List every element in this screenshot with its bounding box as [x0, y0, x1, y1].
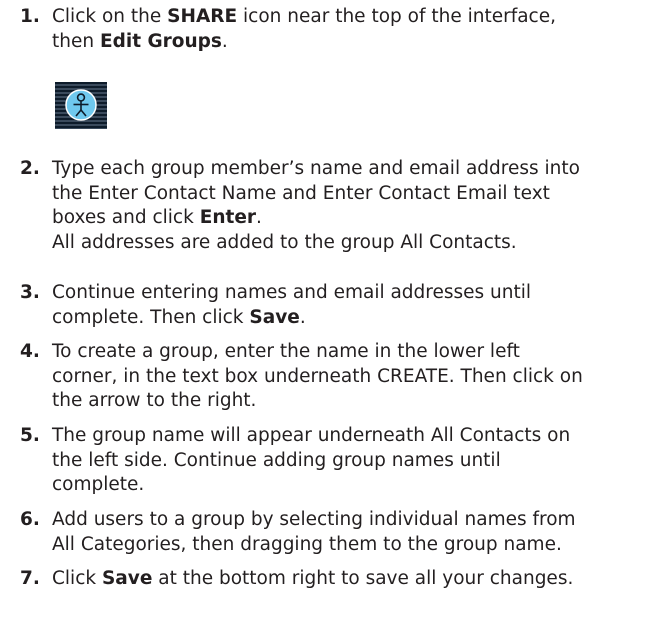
step-text-run: All Categories, then dragging them to th… — [52, 533, 562, 555]
step-bold-run: SHARE — [167, 6, 238, 27]
step-text-run: boxes and click — [52, 207, 200, 228]
step-line: the arrow to the right. — [52, 389, 650, 414]
step-bold-run: Edit Groups — [99, 30, 222, 52]
step-line: the Enter Contact Name and Enter Contact… — [52, 182, 650, 207]
step-text-run: Click — [52, 568, 102, 589]
step-text-run: The group name will appear underneath Al… — [52, 425, 571, 446]
step-number: 3. — [20, 282, 40, 303]
step-bold-run: Save — [101, 568, 153, 589]
step-text-run: Click on the — [52, 6, 168, 27]
step-7: 7. Click Save at the bottom right to sav… — [20, 567, 650, 592]
step-text: Continue entering names and email addres… — [52, 281, 650, 330]
step-text-run: Type each group member’s name and email … — [52, 158, 580, 179]
step-bold-run: Enter — [199, 207, 257, 228]
step-text-run: complete. Then click — [52, 306, 250, 328]
step-line: complete. — [52, 473, 650, 498]
step-text-run: . — [256, 207, 262, 228]
step-line: The group name will appear underneath Al… — [52, 424, 650, 449]
step-text-run: Continue entering names and email addres… — [52, 282, 532, 303]
step-text-run: corner, in the text box underneath CREAT… — [52, 365, 583, 387]
step-text-run: complete. — [52, 474, 145, 495]
share-icon — [55, 82, 107, 129]
step-text: Click on the SHARE icon near the top of … — [52, 5, 650, 54]
step-line: boxes and click Enter. — [52, 206, 650, 231]
step-5: 5. The group name will appear underneath… — [20, 424, 650, 498]
step-text-run: then — [52, 30, 100, 52]
step-line: Click on the SHARE icon near the top of … — [52, 5, 650, 30]
instruction-page: 1. Click on the SHARE icon near the top … — [0, 0, 661, 634]
step-line: complete. Then click Save. — [52, 306, 650, 331]
step-1: 1. Click on the SHARE icon near the top … — [20, 5, 650, 54]
step-text: The group name will appear underneath Al… — [52, 424, 650, 498]
step-number: 1. — [20, 6, 40, 27]
step-text-run: the left side. Continue adding group nam… — [52, 449, 501, 471]
step-line: All Categories, then dragging them to th… — [52, 533, 650, 558]
step-line: To create a group, enter the name in the… — [52, 340, 650, 365]
step-number: 4. — [20, 341, 40, 362]
step-text-run: To create a group, enter the name in the… — [52, 341, 520, 362]
step-text-run: icon near the top of the interface, — [237, 6, 556, 27]
step-4: 4. To create a group, enter the name in … — [20, 340, 650, 414]
step-line: Continue entering names and email addres… — [52, 281, 650, 306]
step-text-run: the arrow to the right. — [52, 390, 257, 411]
step-text-run: . — [221, 30, 228, 52]
step-text: Click Save at the bottom right to save a… — [52, 567, 650, 592]
step-3: 3. Continue entering names and email add… — [20, 281, 650, 330]
step-line: Add users to a group by selecting indivi… — [52, 508, 650, 533]
step-6: 6. Add users to a group by selecting ind… — [20, 508, 650, 557]
step-2: 2. Type each group member’s name and ema… — [20, 157, 650, 255]
step-line: then Edit Groups. — [52, 30, 650, 55]
step-line: Type each group member’s name and email … — [52, 157, 650, 182]
step-number: 2. — [20, 158, 40, 179]
step-number: 6. — [20, 509, 40, 530]
step-text-run: at the bottom right to save all your cha… — [152, 568, 574, 589]
step-text: Add users to a group by selecting indivi… — [52, 508, 650, 557]
step-line: corner, in the text box underneath CREAT… — [52, 365, 650, 390]
step-text-run: . — [299, 306, 306, 328]
step-text: Type each group member’s name and email … — [52, 157, 650, 255]
step-line: the left side. Continue adding group nam… — [52, 449, 650, 474]
step-number: 5. — [20, 425, 40, 446]
step-bold-run: Save — [249, 306, 300, 328]
step-text-run: Add users to a group by selecting indivi… — [52, 509, 576, 530]
step-line: Click Save at the bottom right to save a… — [52, 567, 650, 592]
step-number: 7. — [20, 568, 40, 589]
step-line: All addresses are added to the group All… — [52, 231, 650, 256]
step-text-run: the Enter Contact Name and Enter Contact… — [52, 182, 550, 204]
step-text: To create a group, enter the name in the… — [52, 340, 650, 414]
step-text-run: All addresses are added to the group All… — [52, 231, 517, 253]
